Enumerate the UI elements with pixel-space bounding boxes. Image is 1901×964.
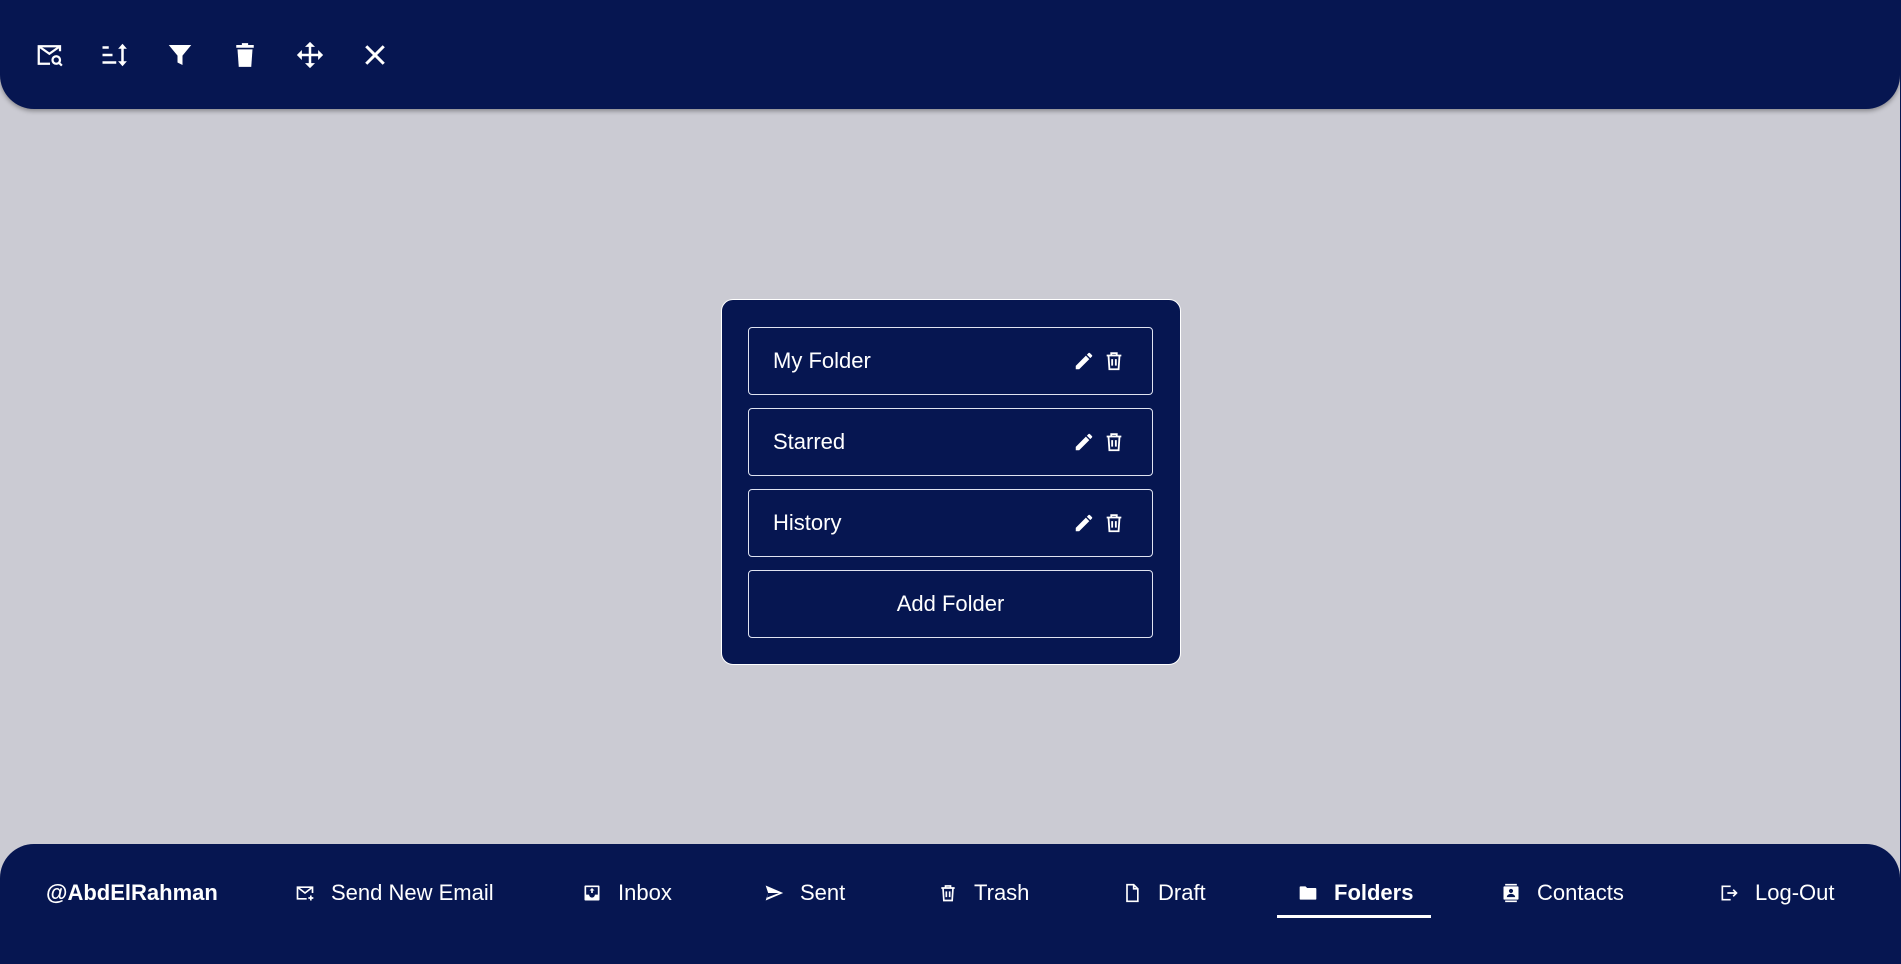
folder-name: History [773, 510, 842, 535]
username: @AbdElRahman [46, 880, 218, 905]
delete-button[interactable] [225, 35, 265, 75]
document-icon [1126, 883, 1139, 903]
sort-button[interactable] [95, 35, 135, 75]
send-email-icon [296, 886, 314, 901]
nav-sent[interactable]: Sent [764, 880, 845, 906]
nav-label: Inbox [618, 880, 672, 905]
folder-actions [1072, 511, 1126, 535]
edit-folder-button[interactable] [1072, 430, 1096, 454]
trash-icon [1106, 352, 1122, 371]
nav-label: Contacts [1537, 880, 1624, 905]
nav-label: Send New Email [331, 880, 494, 905]
nav-label: Trash [974, 880, 1030, 905]
nav-label: Sent [800, 880, 846, 905]
bottom-nav: @AbdElRahman Send New Email Inbox Sent T… [0, 844, 1900, 964]
delete-folder-button[interactable] [1102, 349, 1126, 373]
folder-name: Starred [773, 429, 846, 454]
nav-draft[interactable]: Draft [1122, 880, 1206, 906]
trash-icon [1106, 514, 1122, 533]
folder-name: My Folder [773, 348, 871, 373]
add-folder-button[interactable]: Add Folder [748, 570, 1153, 638]
nav-label: Log-Out [1755, 880, 1835, 905]
trash-icon [236, 42, 254, 67]
nav-send-new-email[interactable]: Send New Email [295, 880, 494, 906]
folder-actions [1072, 349, 1126, 373]
delete-folder-button[interactable] [1102, 430, 1126, 454]
move-button[interactable] [290, 35, 330, 75]
top-toolbar [0, 0, 1900, 109]
trash-icon [1106, 433, 1122, 452]
nav-label: Folders [1334, 880, 1414, 905]
app-viewport: My Folder Starred History Add Folder @Ab… [0, 0, 1901, 964]
filter-button[interactable] [160, 35, 200, 75]
folder-item[interactable]: History [748, 489, 1153, 557]
contacts-icon [1503, 883, 1519, 903]
filter-icon [168, 44, 192, 65]
delete-folder-button[interactable] [1102, 511, 1126, 535]
inbox-icon [584, 885, 600, 901]
close-icon [365, 44, 385, 65]
pencil-icon [1075, 433, 1093, 451]
folder-item[interactable]: Starred [748, 408, 1153, 476]
pencil-icon [1075, 514, 1093, 532]
mail-search-icon [37, 44, 63, 66]
trash-icon [941, 885, 955, 902]
sort-icon [102, 43, 127, 66]
nav-contacts[interactable]: Contacts [1501, 880, 1624, 906]
nav-folders[interactable]: Folders [1298, 880, 1413, 906]
active-tab-indicator [1277, 915, 1431, 918]
folder-actions [1072, 430, 1126, 454]
paper-plane-icon [765, 885, 784, 901]
edit-folder-button[interactable] [1072, 349, 1096, 373]
nav-logout[interactable]: Log-Out [1719, 880, 1835, 906]
edit-folder-button[interactable] [1072, 511, 1096, 535]
nav-label: Draft [1158, 880, 1206, 905]
nav-inbox[interactable]: Inbox [582, 880, 672, 906]
pencil-icon [1075, 352, 1093, 370]
logout-icon [1721, 885, 1738, 901]
nav-trash[interactable]: Trash [938, 880, 1029, 906]
folder-icon [1299, 886, 1317, 900]
folder-item[interactable]: My Folder [748, 327, 1153, 395]
folders-panel: My Folder Starred History Add Folder [721, 299, 1181, 665]
search-mail-button[interactable] [30, 35, 70, 75]
close-button[interactable] [355, 35, 395, 75]
move-icon [296, 41, 324, 68]
